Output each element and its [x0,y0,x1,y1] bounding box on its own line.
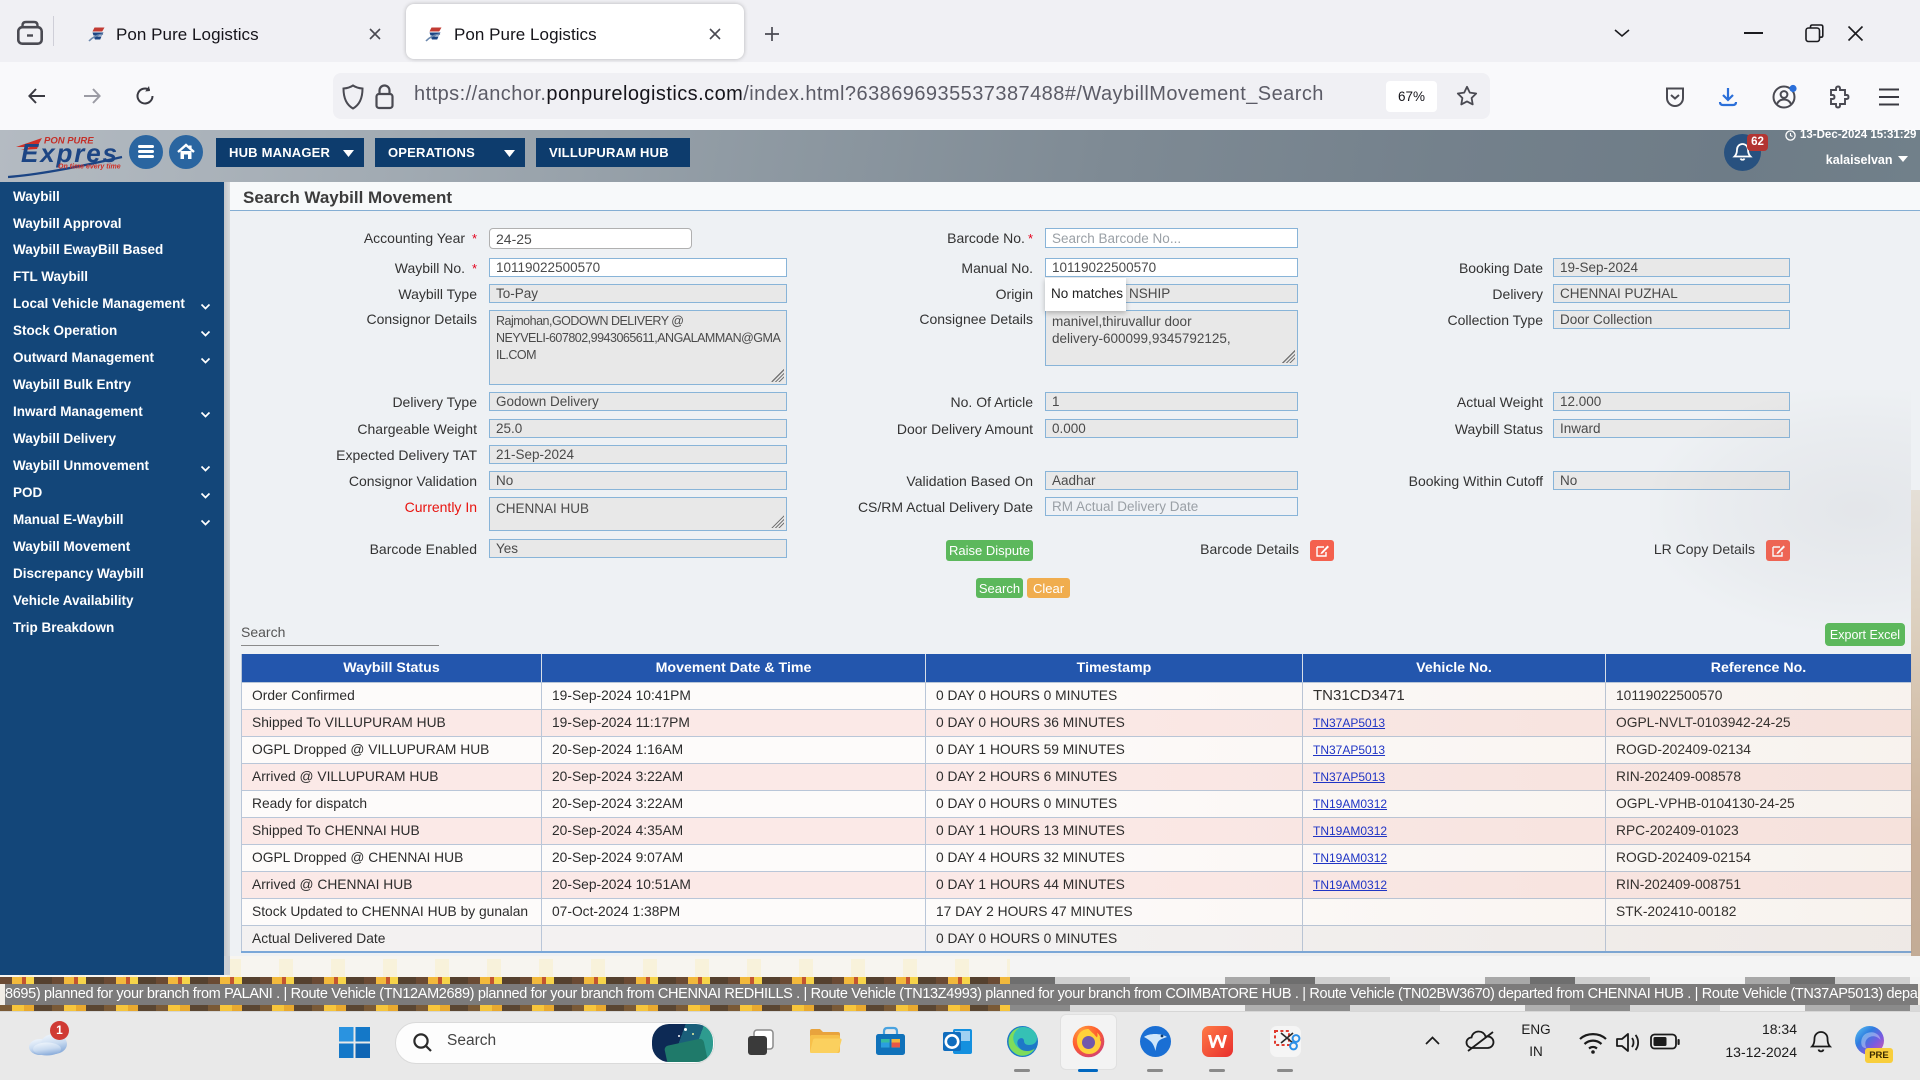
svg-text:On time every time: On time every time [58,164,121,171]
